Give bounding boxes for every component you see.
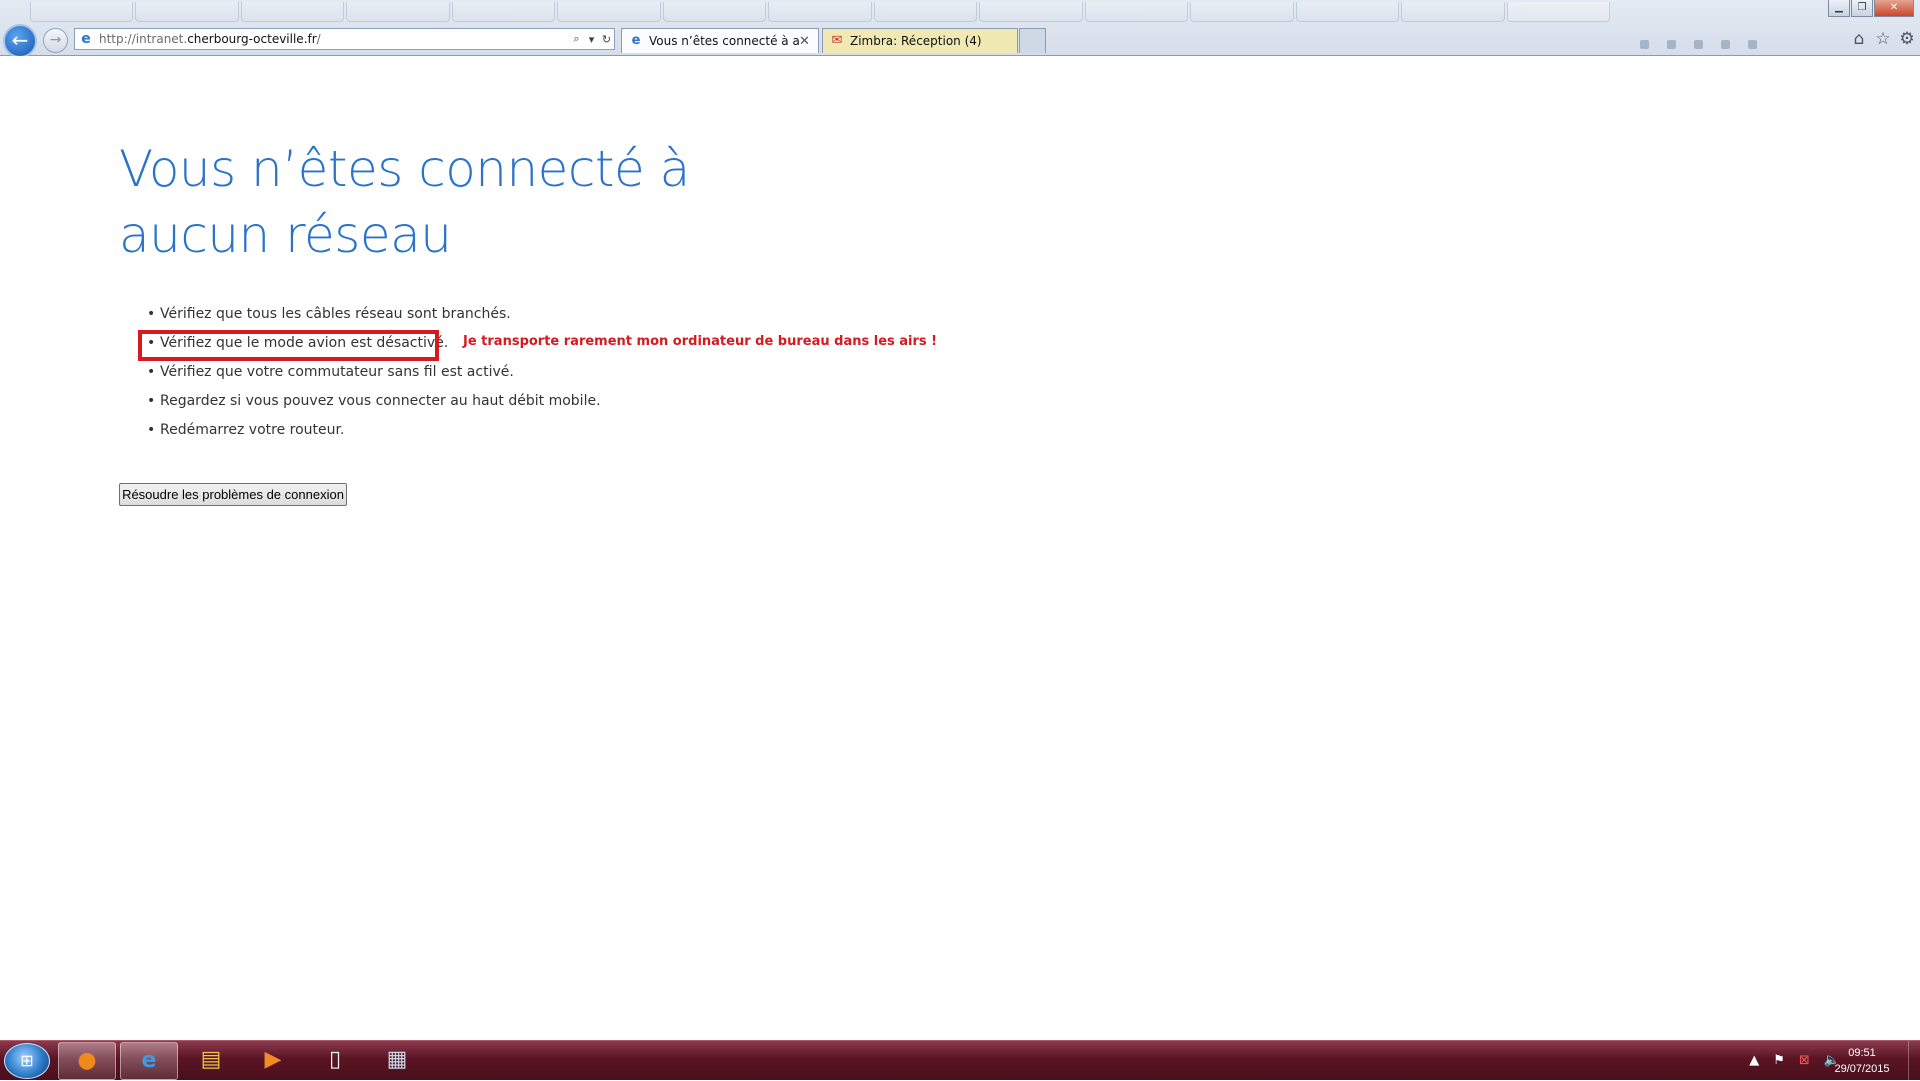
url-domain: cherbourg-octeville.fr	[187, 32, 317, 46]
toolbar-icon[interactable]	[1748, 40, 1757, 49]
annotation-text: Je transporte rarement mon ordinateur de…	[463, 334, 938, 349]
troubleshoot-list: Vérifiez que tous les câbles réseau sont…	[147, 300, 601, 445]
background-tab[interactable]	[1084, 2, 1189, 22]
taskbar-notepad[interactable]: ▯	[306, 1042, 364, 1080]
taskbar-calculator[interactable]: ▦	[368, 1042, 426, 1080]
calculator-icon: ▦	[386, 1047, 408, 1072]
zimbra-icon: ✉	[831, 33, 843, 48]
tab-label: Zimbra: Réception (4)	[850, 34, 982, 48]
browser-chrome: ▁ ❐ ✕ ← → e http://intranet.cherbourg-oc…	[0, 0, 1920, 58]
forward-button[interactable]: →	[43, 28, 68, 53]
background-tab[interactable]	[557, 2, 661, 22]
show-desktop-button[interactable]	[1908, 1041, 1920, 1081]
address-bar[interactable]: e http://intranet.cherbourg-octeville.fr…	[74, 28, 615, 50]
background-tab[interactable]	[979, 2, 1083, 22]
address-url[interactable]: http://intranet.cherbourg-octeville.fr/	[99, 32, 569, 46]
highlight-box	[138, 330, 439, 361]
background-tab[interactable]	[1506, 2, 1611, 22]
internet-explorer-icon: e	[141, 1048, 157, 1073]
taskbar-internet-explorer[interactable]: e	[120, 1042, 178, 1080]
taskbar-file-explorer[interactable]: ▤	[182, 1042, 240, 1080]
url-prefix: http://intranet.	[99, 32, 188, 46]
list-item: Vérifiez que tous les câbles réseau sont…	[147, 300, 601, 329]
clock-date: 29/07/2015	[1834, 1063, 1890, 1075]
background-tab[interactable]	[1401, 2, 1505, 22]
list-item: Vérifiez que votre commutateur sans fil …	[147, 358, 601, 387]
action-center-flag-icon[interactable]: ⚑	[1773, 1053, 1785, 1068]
refresh-icon[interactable]: ↻	[599, 33, 614, 46]
tab-zimbra[interactable]: ✉ Zimbra: Réception (4)	[822, 28, 1018, 53]
page-content: Vous n’êtes connecté à aucun réseau Véri…	[0, 56, 1920, 1040]
url-suffix: /	[316, 32, 321, 46]
new-tab-button[interactable]	[1019, 28, 1046, 53]
gear-icon[interactable]: ⚙	[1898, 30, 1916, 48]
background-tab[interactable]	[1295, 2, 1400, 22]
ie-icon: e	[631, 33, 641, 48]
background-tab[interactable]	[240, 2, 345, 22]
clock-time: 09:51	[1848, 1047, 1876, 1059]
list-item: Regardez si vous pouvez vous connecter a…	[147, 387, 601, 416]
media-player-icon: ▶	[264, 1047, 282, 1072]
tab-no-network[interactable]: e Vous n’êtes connecté à auc... ✕	[621, 28, 819, 53]
background-tab[interactable]	[30, 2, 134, 22]
firefox-icon: ●	[77, 1048, 97, 1073]
arrow-right-icon: →	[49, 32, 62, 48]
toolbar-icon[interactable]	[1667, 40, 1676, 49]
list-item: Redémarrez votre routeur.	[147, 416, 601, 445]
background-tab-strip	[30, 0, 1611, 24]
toolbar-icon[interactable]	[1721, 40, 1730, 49]
start-button[interactable]: ⊞	[4, 1043, 50, 1079]
network-disconnected-icon[interactable]: ⊠	[1799, 1053, 1810, 1068]
background-tab[interactable]	[346, 2, 450, 22]
notepad-icon: ▯	[328, 1047, 342, 1072]
clock[interactable]: 09:51 29/07/2015	[1828, 1045, 1896, 1077]
minimize-button[interactable]: ▁	[1828, 0, 1850, 17]
arrow-left-icon: ←	[11, 28, 29, 52]
toolbar-icon[interactable]	[1640, 40, 1649, 49]
taskbar-media-player[interactable]: ▶	[244, 1042, 302, 1080]
dropdown-arrow-icon[interactable]: ▾	[584, 33, 599, 46]
page-title: Vous n’êtes connecté à aucun réseau	[119, 140, 690, 264]
file-explorer-icon: ▤	[200, 1047, 222, 1072]
background-tab[interactable]	[135, 2, 239, 22]
toolbar-icon[interactable]	[1694, 40, 1703, 49]
windows-logo-icon: ⊞	[20, 1051, 34, 1070]
background-tab[interactable]	[662, 2, 767, 22]
tab-label: Vous n’êtes connecté à auc...	[649, 34, 799, 48]
show-hidden-icons-icon[interactable]: ▲	[1749, 1053, 1759, 1068]
search-icon[interactable]: ⌕	[569, 32, 584, 46]
system-tray: ▲ ⚑ ⊠ 🔈	[1749, 1053, 1840, 1068]
close-tab-icon[interactable]: ✕	[799, 34, 813, 49]
home-icon[interactable]: ⌂	[1850, 30, 1868, 48]
troubleshoot-button[interactable]: Résoudre les problèmes de connexion	[119, 483, 347, 506]
maximize-button[interactable]: ❐	[1851, 0, 1873, 17]
browser-tools: ⌂ ☆ ⚙	[1850, 30, 1916, 48]
window-controls: ▁ ❐ ✕	[1828, 0, 1914, 17]
taskbar-firefox[interactable]: ●	[58, 1042, 116, 1080]
faint-toolbar	[1640, 40, 1757, 49]
back-button[interactable]: ←	[3, 24, 37, 58]
ie-page-icon: e	[81, 31, 91, 47]
favorites-star-icon[interactable]: ☆	[1874, 30, 1892, 48]
background-tab[interactable]	[873, 2, 978, 22]
background-tab[interactable]	[451, 2, 556, 22]
background-tab[interactable]	[1190, 2, 1294, 22]
taskbar: ⊞ ● e ▤ ▶ ▯ ▦ ▲ ⚑ ⊠ 🔈 09:51 29/07/2015	[0, 1040, 1920, 1081]
background-tab[interactable]	[768, 2, 872, 22]
close-window-button[interactable]: ✕	[1874, 0, 1914, 17]
